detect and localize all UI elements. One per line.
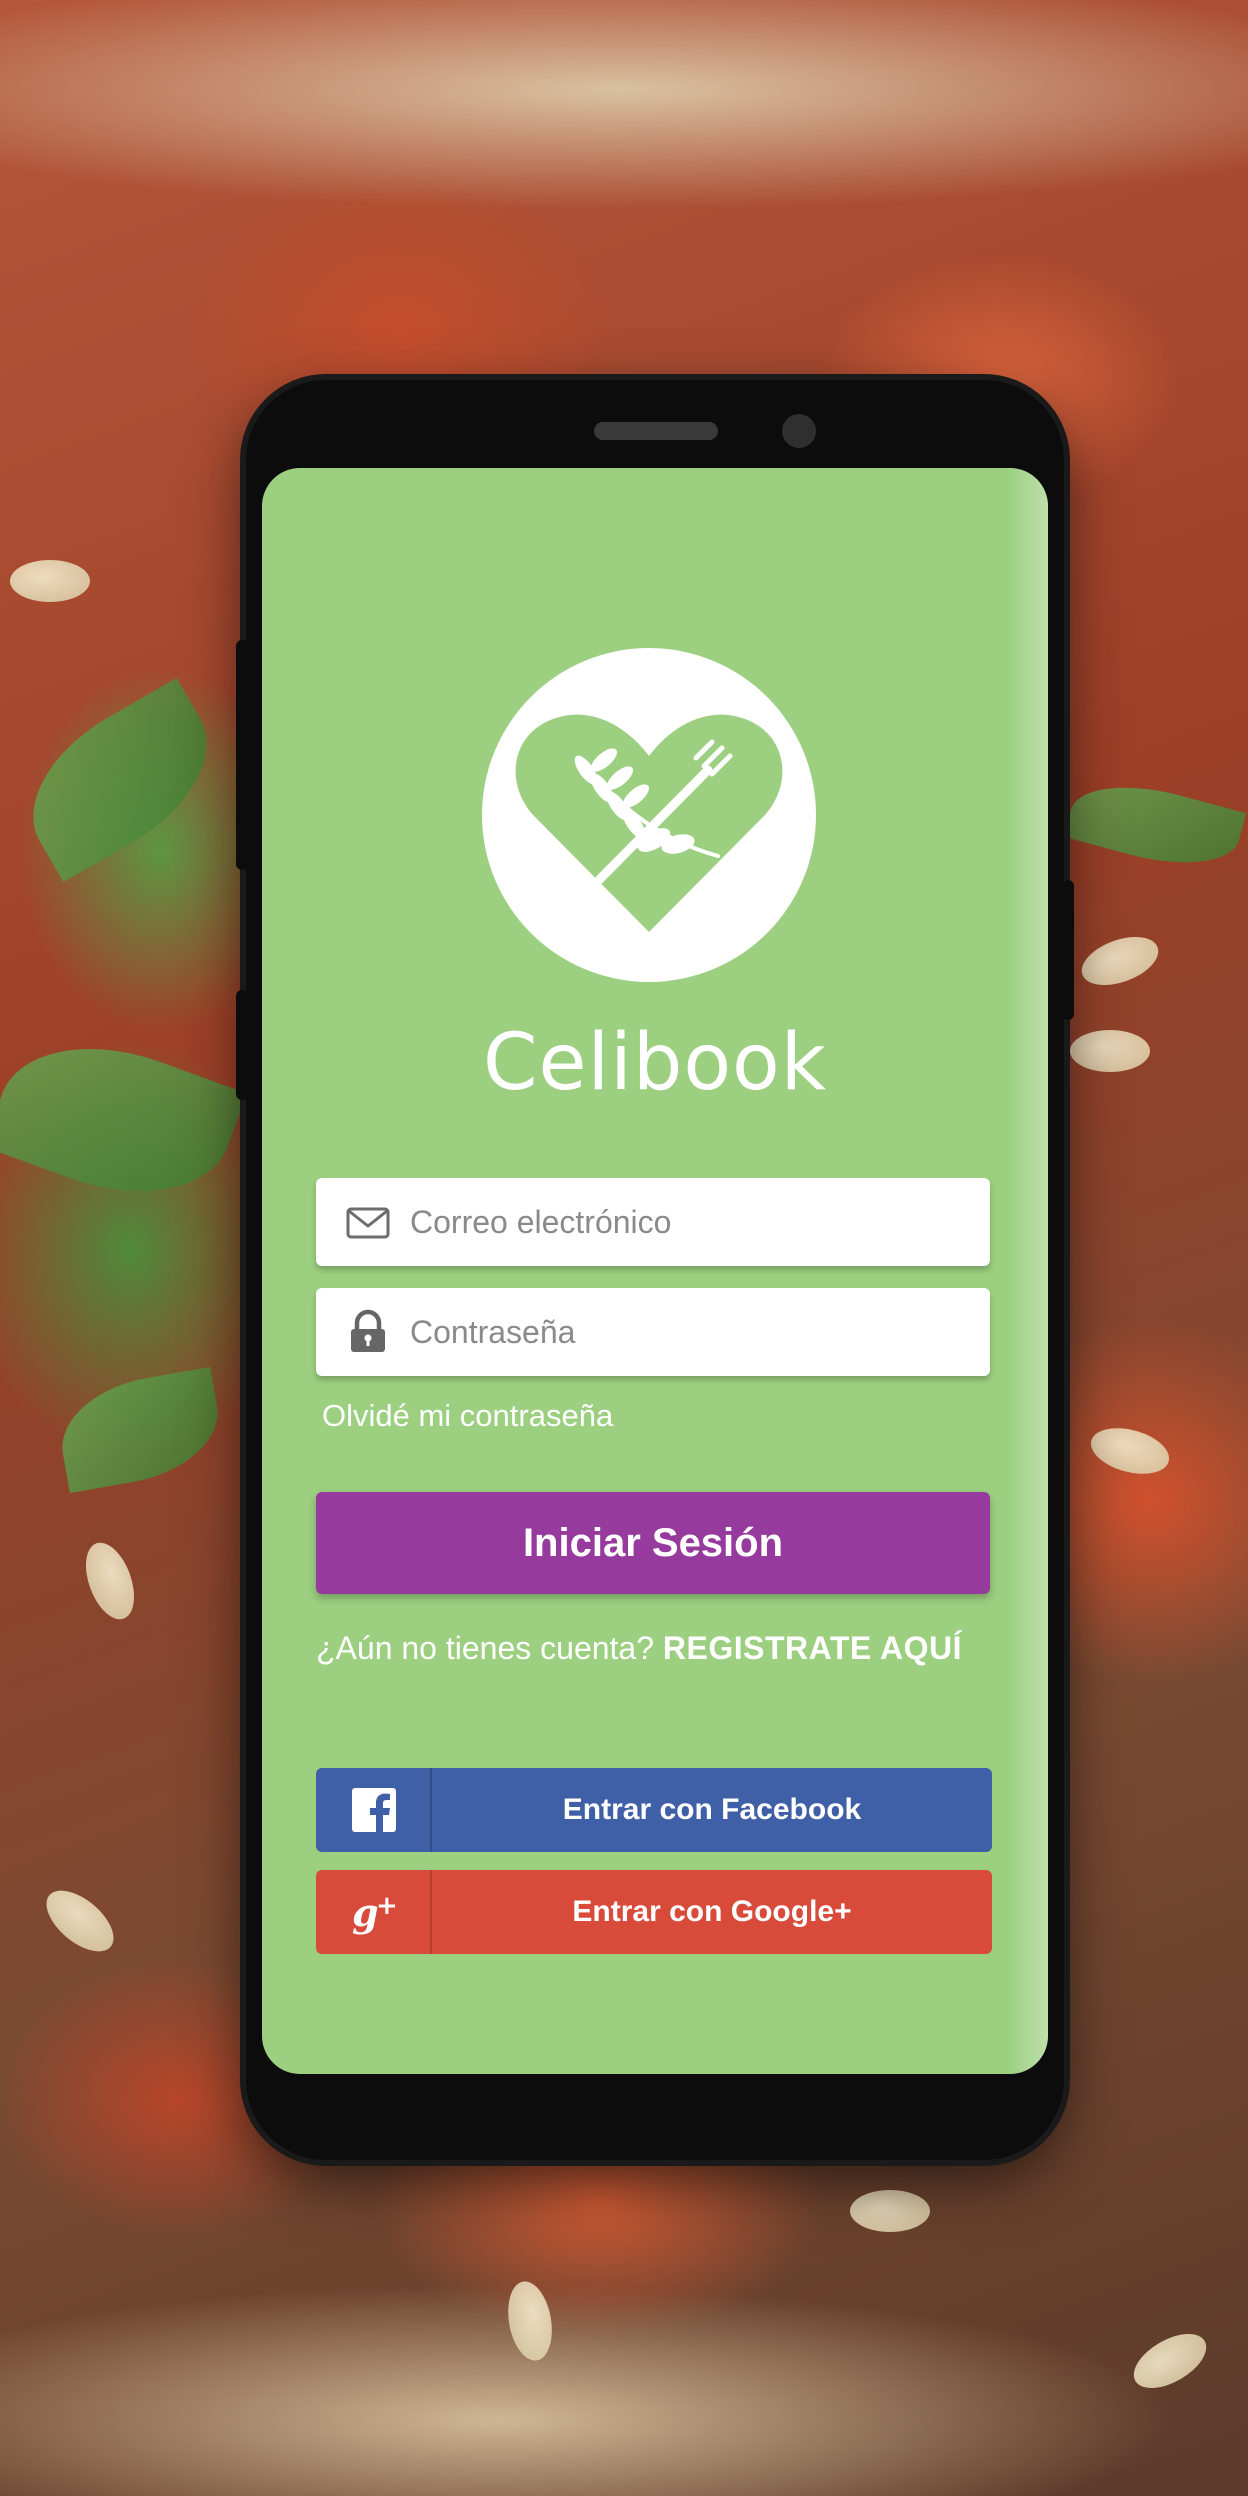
facebook-login-button[interactable]: Entrar con Facebook [316,1768,992,1852]
email-input[interactable] [410,1178,970,1266]
app-screen: Celibook Olvidé mi contraseña Iniciar Se… [262,468,1048,2074]
google-login-button[interactable]: g + Entrar con Google+ [316,1870,992,1954]
register-prompt-text: ¿Aún no tienes cuenta? [316,1630,663,1666]
register-prompt: ¿Aún no tienes cuenta? REGISTRATE AQUÍ [316,1630,1016,1667]
app-title: Celibook [483,1018,827,1108]
password-field[interactable] [316,1288,990,1376]
google-login-label: Entrar con Google+ [572,1895,852,1928]
svg-text:+: + [376,1891,398,1921]
phone-camera [782,414,816,448]
facebook-login-label: Entrar con Facebook [562,1793,862,1826]
phone-speaker [594,422,718,440]
facebook-icon [352,1788,396,1832]
phone-frame: Celibook Olvidé mi contraseña Iniciar Se… [236,380,1074,2160]
envelope-icon [346,1207,390,1239]
padlock-icon [351,1309,385,1352]
app-logo [482,648,816,982]
heart-wheat-fork-icon [515,714,783,932]
password-input[interactable] [410,1288,970,1376]
forgot-password-link[interactable]: Olvidé mi contraseña [322,1398,613,1434]
login-button[interactable]: Iniciar Sesión [316,1492,990,1594]
email-field[interactable] [316,1178,990,1266]
google-plus-icon: g + [352,1890,398,1935]
register-link[interactable]: REGISTRATE AQUÍ [663,1630,962,1666]
svg-text:g: g [352,1890,379,1935]
